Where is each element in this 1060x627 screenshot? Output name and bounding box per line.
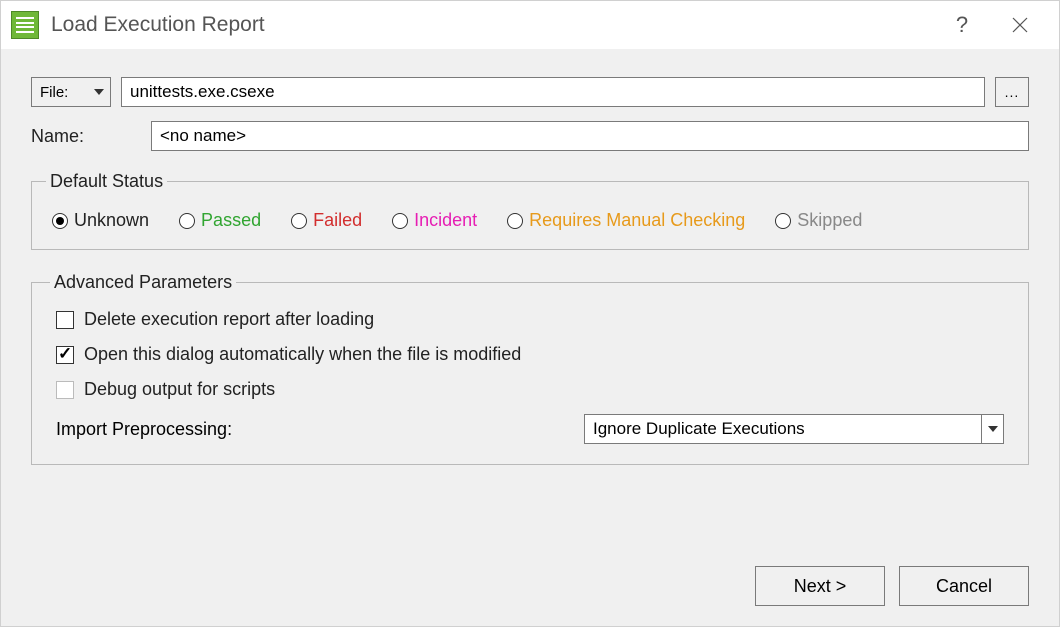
default-status-group: Default Status Unknown Passed Failed Inc…	[31, 171, 1029, 250]
radio-label-passed: Passed	[201, 210, 261, 231]
radio-failed[interactable]: Failed	[291, 210, 362, 231]
radio-icon	[392, 213, 408, 229]
file-label-combo[interactable]: File:	[31, 77, 111, 107]
file-label: File:	[40, 84, 68, 101]
radio-label-incident: Incident	[414, 210, 477, 231]
advanced-legend: Advanced Parameters	[50, 272, 236, 293]
checkbox-label-open-auto: Open this dialog automatically when the …	[84, 344, 521, 365]
radio-incident[interactable]: Incident	[392, 210, 477, 231]
checkbox-label-debug-output: Debug output for scripts	[84, 379, 275, 400]
app-icon	[11, 11, 39, 39]
help-icon[interactable]: ?	[947, 10, 977, 40]
chevron-down-icon	[981, 415, 1003, 443]
radio-label-unknown: Unknown	[74, 210, 149, 231]
file-input[interactable]	[121, 77, 985, 107]
radio-icon	[52, 213, 68, 229]
radio-icon	[291, 213, 307, 229]
import-preprocessing-select[interactable]: Ignore Duplicate Executions	[584, 414, 1004, 444]
radio-icon	[179, 213, 195, 229]
radio-skipped[interactable]: Skipped	[775, 210, 862, 231]
import-preprocessing-label: Import Preprocessing:	[56, 419, 584, 440]
name-label: Name:	[31, 126, 141, 147]
cancel-button[interactable]: Cancel	[899, 566, 1029, 606]
window-title: Load Execution Report	[51, 13, 947, 37]
chevron-down-icon	[94, 89, 104, 95]
default-status-legend: Default Status	[46, 171, 167, 192]
checkbox-label-delete-after: Delete execution report after loading	[84, 309, 374, 330]
radio-label-failed: Failed	[313, 210, 362, 231]
radio-passed[interactable]: Passed	[179, 210, 261, 231]
next-button[interactable]: Next >	[755, 566, 885, 606]
dialog-window: Load Execution Report ? File: ... Name: …	[0, 0, 1060, 627]
name-input[interactable]	[151, 121, 1029, 151]
dialog-content: File: ... Name: Default Status Unknown P…	[1, 49, 1059, 626]
checkbox-open-auto[interactable]	[56, 346, 74, 364]
close-icon[interactable]	[1005, 10, 1035, 40]
radio-icon	[775, 213, 791, 229]
titlebar: Load Execution Report ?	[1, 1, 1059, 49]
advanced-parameters-group: Advanced Parameters Delete execution rep…	[31, 272, 1029, 465]
radio-label-skipped: Skipped	[797, 210, 862, 231]
radio-label-rmc: Requires Manual Checking	[529, 210, 745, 231]
import-preprocessing-value: Ignore Duplicate Executions	[593, 419, 805, 439]
browse-button[interactable]: ...	[995, 77, 1029, 107]
checkbox-debug-output	[56, 381, 74, 399]
checkbox-delete-after[interactable]	[56, 311, 74, 329]
radio-requires-manual-checking[interactable]: Requires Manual Checking	[507, 210, 745, 231]
radio-unknown[interactable]: Unknown	[52, 210, 149, 231]
radio-icon	[507, 213, 523, 229]
